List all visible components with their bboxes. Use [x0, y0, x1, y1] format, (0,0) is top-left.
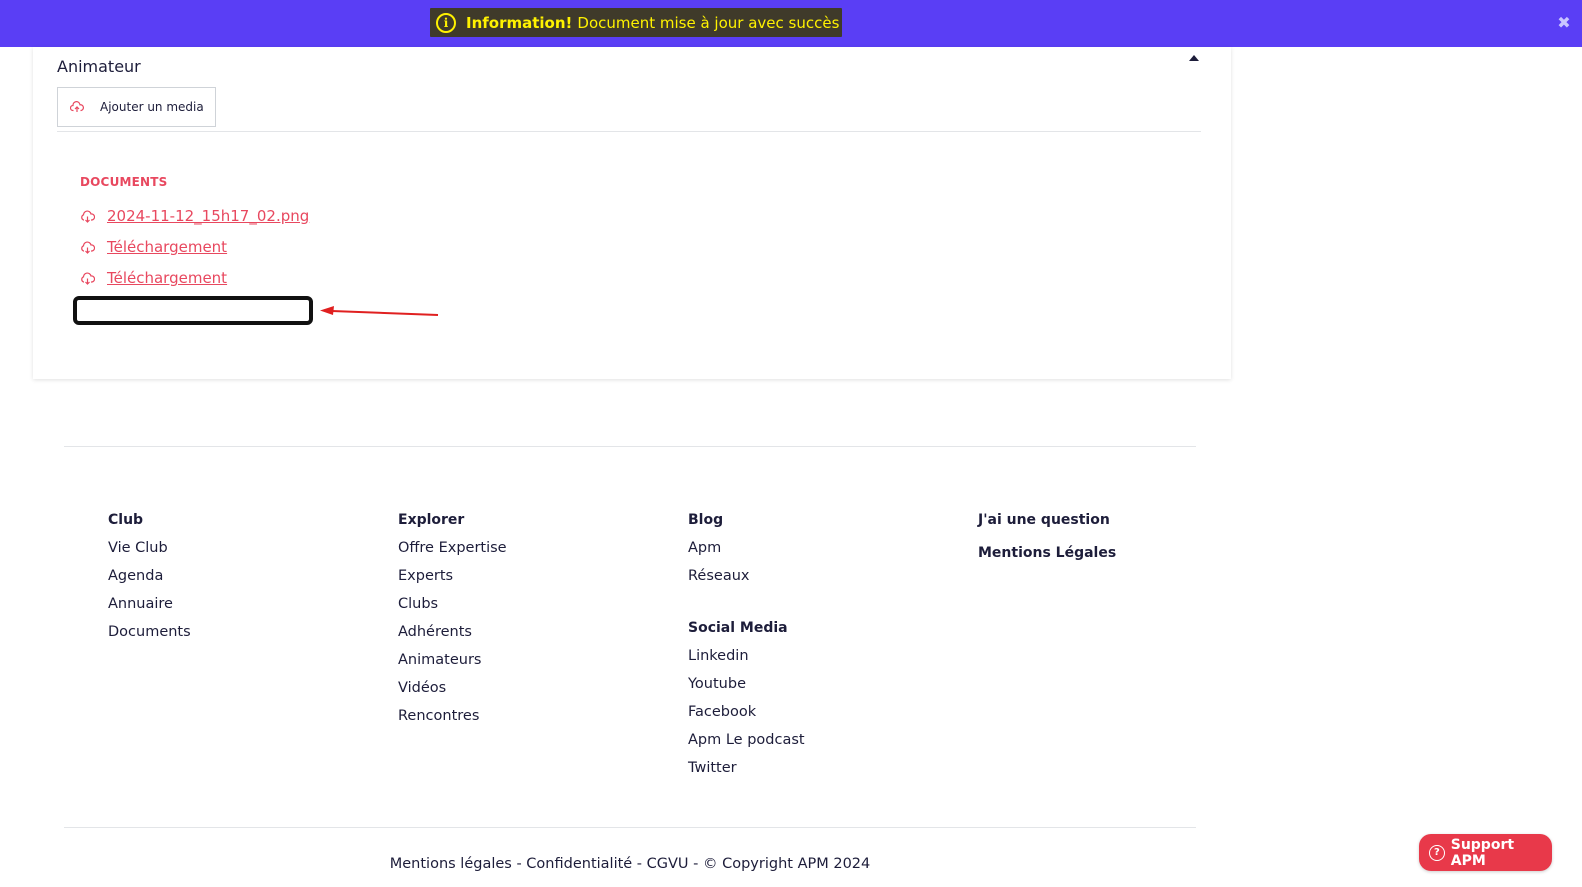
- footer-link[interactable]: Twitter: [688, 754, 805, 782]
- document-link-label[interactable]: 2024-11-12_15h17_02.png: [107, 207, 309, 225]
- footer-link[interactable]: Animateurs: [398, 646, 507, 674]
- cloud-download-icon: [81, 271, 95, 285]
- footer-link[interactable]: Facebook: [688, 698, 805, 726]
- footer-link[interactable]: Offre Expertise: [398, 534, 507, 562]
- cloud-download-icon: [81, 240, 95, 254]
- footer-link[interactable]: Apm Le podcast: [688, 726, 805, 754]
- footer-heading: Social Media: [688, 620, 788, 636]
- support-button[interactable]: ? Support APM: [1419, 834, 1552, 871]
- close-icon[interactable]: ✖: [1556, 15, 1572, 31]
- animateur-card: Animateur Ajouter un media DOCUMENTS 202…: [33, 47, 1231, 379]
- footer-link[interactable]: Youtube: [688, 670, 805, 698]
- cloud-download-icon: [81, 209, 95, 223]
- footer-heading: Explorer: [398, 512, 465, 528]
- footer-link[interactable]: Rencontres: [398, 702, 507, 730]
- card-title: Animateur: [57, 57, 141, 76]
- footer-link[interactable]: Experts: [398, 562, 507, 590]
- footer-link[interactable]: Réseaux: [688, 562, 805, 590]
- footer-link[interactable]: Vie Club: [108, 534, 191, 562]
- footer-divider: [64, 446, 1196, 447]
- footer-link[interactable]: Annuaire: [108, 590, 191, 618]
- footer-link[interactable]: Agenda: [108, 562, 191, 590]
- footer-column-explorer: Explorer Offre Expertise Experts Clubs A…: [398, 511, 507, 730]
- support-label: Support APM: [1450, 836, 1515, 869]
- info-icon: i: [436, 12, 456, 33]
- info-alert: i Information! Document mise à jour avec…: [430, 8, 842, 37]
- cloud-upload-icon: [70, 101, 84, 112]
- alert-title: Information!: [466, 13, 573, 32]
- legal-text: Mentions légales - Confidentialité - CGV…: [389, 856, 871, 872]
- annotation-arrow-icon: [320, 306, 439, 316]
- document-link-label[interactable]: Téléchargement: [107, 269, 227, 287]
- footer-column-blog: Blog Apm Réseaux Social Media Linkedin Y…: [688, 511, 805, 782]
- document-link[interactable]: 2024-11-12_15h17_02.png: [80, 207, 309, 225]
- document-link[interactable]: Téléchargement: [80, 238, 227, 256]
- footer-link[interactable]: Linkedin: [688, 642, 805, 670]
- annotation-highlight-box: [73, 296, 313, 325]
- footer-heading: Blog: [688, 512, 724, 528]
- add-media-button[interactable]: Ajouter un media: [57, 87, 216, 127]
- documents-heading: DOCUMENTS: [80, 175, 168, 189]
- footer-column-extra: J'ai une question Mentions Légales: [978, 511, 1116, 577]
- collapse-caret-icon[interactable]: [1189, 55, 1199, 61]
- footer-heading: Club: [108, 512, 144, 528]
- alert-message: Document mise à jour avec succès: [577, 13, 840, 32]
- question-link[interactable]: J'ai une question: [978, 511, 1116, 544]
- footer-link[interactable]: Documents: [108, 618, 191, 646]
- footer-link[interactable]: Vidéos: [398, 674, 507, 702]
- footer-divider: [64, 827, 1196, 828]
- document-link-label[interactable]: Téléchargement: [107, 238, 227, 256]
- mentions-legales-link[interactable]: Mentions Légales: [978, 544, 1116, 577]
- notification-bar: i Information! Document mise à jour avec…: [0, 0, 1582, 47]
- help-icon: ?: [1429, 844, 1445, 861]
- footer-link[interactable]: Apm: [688, 534, 805, 562]
- document-link[interactable]: Téléchargement: [80, 269, 227, 287]
- footer-link[interactable]: Adhérents: [398, 618, 507, 646]
- footer-link[interactable]: Clubs: [398, 590, 507, 618]
- footer-column-club: Club Vie Club Agenda Annuaire Documents: [108, 511, 191, 646]
- add-media-label: Ajouter un media: [100, 100, 204, 114]
- card-divider: [57, 131, 1201, 132]
